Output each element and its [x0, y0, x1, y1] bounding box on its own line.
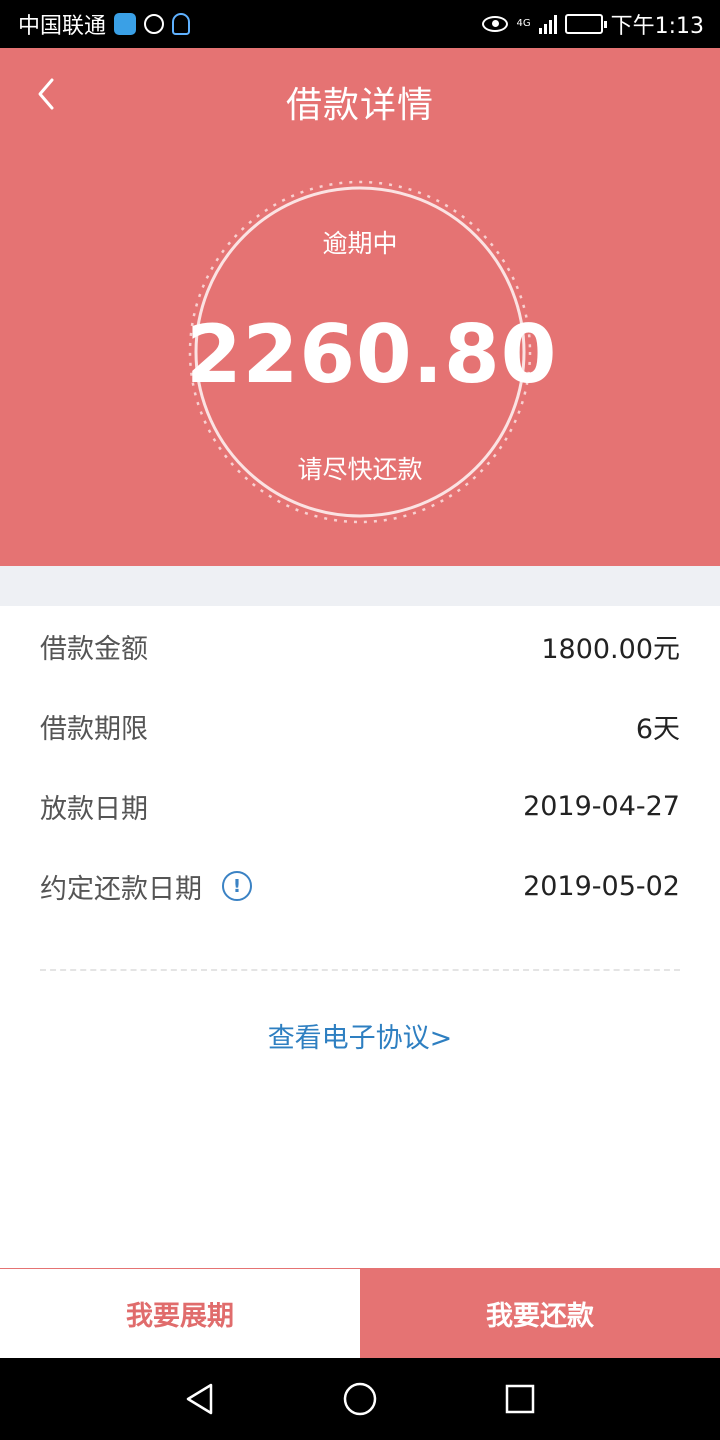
back-triangle-icon: [186, 1383, 213, 1415]
amount-ring: 逾期中 2260.80 请尽快还款: [186, 178, 558, 526]
view-agreement-link[interactable]: 查看电子协议>: [0, 1016, 720, 1055]
app-notification-icon: [144, 14, 165, 34]
action-bar: 我要展期 我要还款: [0, 1268, 720, 1358]
carrier-label: 中国联通: [18, 14, 107, 39]
detail-value: 2019-05-02: [523, 870, 680, 902]
page-title: 借款详情: [285, 85, 434, 126]
detail-row-amount: 借款金额 1800.00元: [0, 606, 720, 686]
dashed-divider: [40, 969, 680, 971]
section-divider: [0, 566, 720, 606]
loan-details: 借款金额 1800.00元 借款期限 6天 放款日期 2019-04-27 约定…: [0, 606, 720, 926]
loan-header: 借款详情 逾期中 2260.80 请尽快还款: [0, 48, 720, 566]
nav-home-button[interactable]: [340, 1379, 380, 1419]
eye-icon: [482, 16, 509, 32]
nav-recents-button[interactable]: [500, 1379, 540, 1419]
home-circle-icon: [343, 1382, 377, 1416]
detail-value: 2019-04-27: [523, 790, 680, 822]
recents-square-icon: [505, 1384, 535, 1414]
detail-row-term: 借款期限 6天: [0, 686, 720, 766]
extend-loan-button[interactable]: 我要展期: [0, 1268, 360, 1358]
clock: 下午1:13: [610, 14, 704, 39]
status-left: 中国联通: [18, 8, 191, 40]
nav-back-button[interactable]: [180, 1379, 220, 1419]
detail-label-wrap: 约定还款日期 !: [40, 867, 252, 906]
status-bar: 中国联通 4G 下午1:13: [0, 0, 720, 48]
loan-status: 逾期中: [322, 229, 398, 258]
detail-label: 放款日期: [40, 793, 148, 825]
signal-icon: [538, 14, 557, 34]
detail-label: 借款金额: [40, 633, 148, 665]
info-icon[interactable]: !: [222, 871, 252, 901]
outstanding-amount: 2260.80: [186, 308, 558, 401]
detail-label: 借款期限: [40, 713, 148, 745]
navigation-bar: [0, 1358, 720, 1440]
repay-hint: 请尽快还款: [297, 455, 423, 484]
app-notification-icon: [114, 13, 137, 35]
detail-value: 6天: [635, 713, 680, 745]
status-right: 4G 下午1:13: [482, 8, 704, 40]
detail-row-due-date: 约定还款日期 ! 2019-05-02: [0, 846, 720, 926]
network-label: 4G: [516, 18, 531, 29]
qq-icon: [172, 13, 191, 35]
battery-icon: [564, 14, 607, 34]
screen: 中国联通 4G 下午1:13 借款详情 逾期中 2260.80 请尽快还款 借款…: [0, 0, 720, 1440]
detail-value: 1800.00元: [541, 633, 680, 665]
detail-row-disbursement-date: 放款日期 2019-04-27: [0, 766, 720, 846]
detail-label: 约定还款日期: [40, 873, 202, 905]
repay-button[interactable]: 我要还款: [360, 1268, 720, 1358]
